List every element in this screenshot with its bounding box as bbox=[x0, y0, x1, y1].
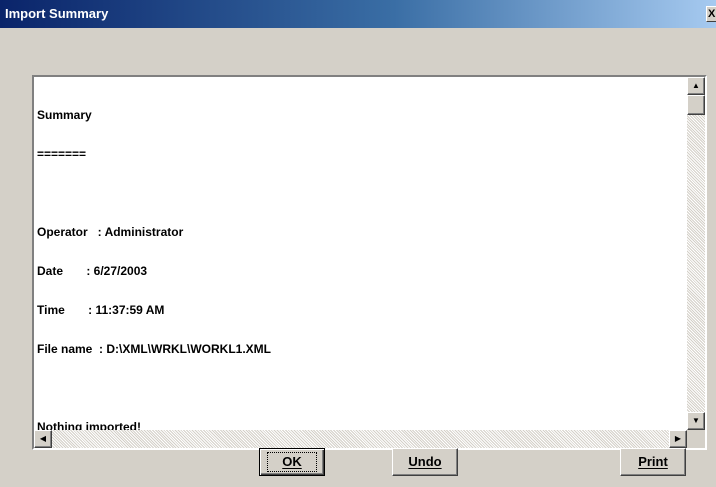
summary-line: Time : 11:37:59 AM bbox=[37, 303, 165, 317]
window-body: Summary ======= Operator : Administrator… bbox=[0, 28, 716, 487]
summary-line bbox=[37, 187, 685, 200]
scroll-left-button[interactable]: ◀ bbox=[34, 430, 52, 448]
scroll-up-button[interactable]: ▲ bbox=[687, 77, 705, 95]
close-button[interactable]: X bbox=[706, 6, 716, 22]
print-button[interactable]: Print bbox=[620, 448, 686, 476]
scroll-right-button[interactable]: ▶ bbox=[669, 430, 687, 448]
summary-line: Date : 6/27/2003 bbox=[37, 264, 148, 278]
close-icon: X bbox=[708, 8, 716, 20]
window-title: Import Summary bbox=[5, 6, 109, 21]
summary-text: Summary ======= Operator : Administrator… bbox=[36, 79, 685, 434]
scroll-corner bbox=[687, 430, 705, 448]
ok-button[interactable]: OK bbox=[259, 448, 325, 476]
vertical-scroll-thumb[interactable] bbox=[687, 95, 705, 115]
ok-button-label: OK bbox=[282, 454, 302, 469]
print-button-label: Print bbox=[638, 454, 668, 469]
arrow-right-icon: ▶ bbox=[674, 434, 682, 443]
arrow-down-icon: ▼ bbox=[692, 416, 700, 425]
summary-line: File name : D:\XML\WRKL\WORKL1.XML bbox=[37, 342, 271, 356]
scroll-down-button[interactable]: ▼ bbox=[687, 412, 705, 430]
summary-line: Summary bbox=[37, 108, 92, 122]
summary-line: Operator : Administrator bbox=[37, 225, 184, 239]
undo-button-label: Undo bbox=[408, 454, 442, 469]
summary-line: ======= bbox=[37, 147, 87, 161]
title-bar: Import Summary X bbox=[0, 0, 716, 28]
arrow-up-icon: ▲ bbox=[692, 81, 700, 90]
arrow-left-icon: ◀ bbox=[39, 434, 47, 443]
horizontal-scrollbar[interactable]: ◀ ▶ bbox=[34, 430, 687, 448]
vertical-scrollbar[interactable]: ▲ ▼ bbox=[687, 77, 705, 430]
summary-textarea[interactable]: Summary ======= Operator : Administrator… bbox=[32, 75, 707, 450]
summary-line bbox=[37, 382, 685, 395]
undo-button[interactable]: Undo bbox=[392, 448, 458, 476]
